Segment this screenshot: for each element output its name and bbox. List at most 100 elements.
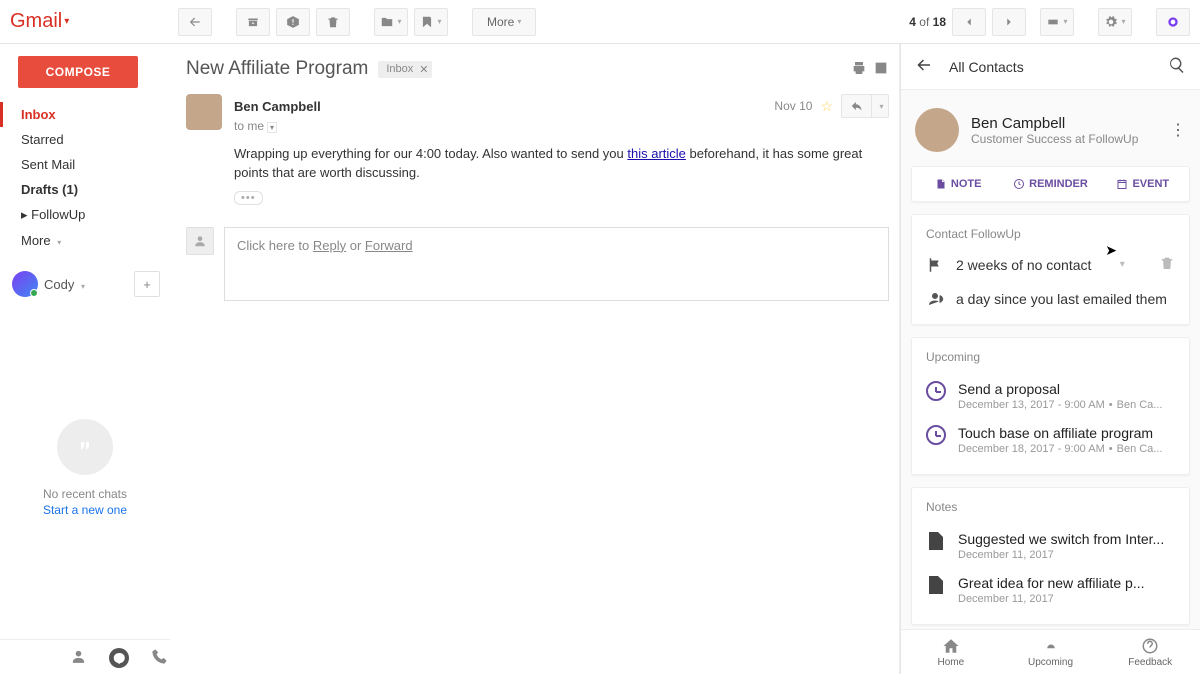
upcoming-item-title: Send a proposal xyxy=(958,381,1175,397)
upcoming-item[interactable]: Send a proposal December 13, 2017 - 9:00… xyxy=(926,374,1175,418)
footer-home[interactable]: Home xyxy=(901,630,1001,674)
note-item-sub: December 11, 2017 xyxy=(958,593,1175,605)
add-contact-button[interactable]: + xyxy=(134,271,160,297)
followup-card-title: Contact FollowUp xyxy=(926,227,1175,241)
upcoming-item-title: Touch base on affiliate program xyxy=(958,425,1175,441)
hangouts-start-link[interactable]: Start a new one xyxy=(43,503,127,517)
nav-sent[interactable]: Sent Mail xyxy=(0,152,170,177)
labels-button[interactable]: ▾ xyxy=(414,8,448,36)
logo[interactable]: Gmail ▾ xyxy=(10,10,178,33)
chevron-down-icon: ▾ xyxy=(1120,259,1125,270)
back-button[interactable] xyxy=(178,8,212,36)
gmail-logo-text: Gmail xyxy=(10,10,62,33)
sender-name[interactable]: Ben Campbell xyxy=(234,99,321,114)
followup-status-text: a day since you last emailed them xyxy=(956,291,1167,307)
trimmed-content-toggle[interactable]: ••• xyxy=(234,191,263,205)
settings-button[interactable]: ▾ xyxy=(1098,8,1132,36)
more-button[interactable]: More▾ xyxy=(472,8,536,36)
broadcast-icon xyxy=(926,290,944,308)
note-item-title: Great idea for new affiliate p... xyxy=(958,575,1175,591)
upcoming-title: Upcoming xyxy=(926,350,1175,364)
hangouts-icon xyxy=(57,419,113,475)
input-mode-button[interactable]: ▾ xyxy=(1040,8,1074,36)
event-tab[interactable]: EVENT xyxy=(1097,167,1189,201)
contact-name: Ben Campbell xyxy=(971,115,1158,132)
reply-more-button[interactable]: ▾ xyxy=(871,94,889,118)
home-icon xyxy=(942,637,960,655)
chat-user-row: Cody ▾ + xyxy=(12,271,160,297)
flag-icon xyxy=(926,256,944,274)
pager-of: of xyxy=(919,15,929,29)
note-item[interactable]: Great idea for new affiliate p... Decemb… xyxy=(926,568,1175,612)
note-tab[interactable]: NOTE xyxy=(912,167,1004,201)
clock-icon xyxy=(926,425,946,445)
nav-more[interactable]: More ▾ xyxy=(0,228,170,253)
followup-rule-text: 2 weeks of no contact xyxy=(956,257,1091,273)
followup-panel: All Contacts Ben Campbell Customer Succe… xyxy=(900,44,1200,674)
contacts-tab-icon[interactable] xyxy=(70,648,87,668)
spam-button[interactable] xyxy=(276,8,310,36)
forward-link[interactable]: Forward xyxy=(365,238,413,253)
reply-button[interactable] xyxy=(841,94,871,118)
note-item[interactable]: Suggested we switch from Inter... Decemb… xyxy=(926,524,1175,568)
new-window-icon[interactable] xyxy=(873,60,889,79)
compose-button[interactable]: COMPOSE xyxy=(18,56,138,88)
reminder-tab[interactable]: REMINDER xyxy=(1004,167,1096,201)
panel-title: All Contacts xyxy=(949,59,1168,75)
note-icon xyxy=(926,531,946,551)
panel-back-button[interactable] xyxy=(915,56,933,77)
footer-upcoming[interactable]: Upcoming xyxy=(1001,630,1101,674)
followup-ext-button[interactable] xyxy=(1156,8,1190,36)
archive-button[interactable] xyxy=(236,8,270,36)
contact-followup-card: ➤ Contact FollowUp 2 weeks of no contact… xyxy=(911,214,1190,325)
reply-box[interactable]: Click here to Reply or Forward xyxy=(224,227,889,301)
pager-prev-button[interactable] xyxy=(952,8,986,36)
nav-drafts[interactable]: Drafts (1) xyxy=(0,177,170,202)
upcoming-item[interactable]: Touch base on affiliate program December… xyxy=(926,418,1175,462)
pager-next-button[interactable] xyxy=(992,8,1026,36)
content: New Affiliate Program Inbox✕ Ben Campbel… xyxy=(170,44,900,674)
nav-inbox[interactable]: Inbox xyxy=(0,102,170,127)
chat-avatar[interactable] xyxy=(12,271,38,297)
sunrise-icon xyxy=(1042,637,1060,655)
chat-username[interactable]: Cody ▾ xyxy=(44,277,85,292)
message-link[interactable]: this article xyxy=(627,146,686,161)
sidebar: COMPOSE Inbox Starred Sent Mail Drafts (… xyxy=(0,44,170,674)
details-toggle[interactable]: ▾ xyxy=(267,122,277,133)
reply-avatar xyxy=(186,227,214,255)
delete-button[interactable] xyxy=(316,8,350,36)
sender-avatar[interactable] xyxy=(186,94,222,130)
email-subject: New Affiliate Program xyxy=(186,58,368,80)
print-icon[interactable] xyxy=(851,60,867,79)
label-chip[interactable]: Inbox✕ xyxy=(378,61,432,78)
phone-tab-icon[interactable] xyxy=(151,648,168,668)
star-icon[interactable]: ☆ xyxy=(820,98,833,115)
note-item-title: Suggested we switch from Inter... xyxy=(958,531,1175,547)
label-remove-icon[interactable]: ✕ xyxy=(419,63,428,76)
pager-current: 4 xyxy=(909,15,916,29)
nav-followup[interactable]: ▸ FollowUp xyxy=(0,202,170,228)
followup-rule-row[interactable]: 2 weeks of no contact ▾ xyxy=(926,251,1175,278)
contact-avatar[interactable] xyxy=(915,108,959,152)
message: Ben Campbell Nov 10 ☆ ▾ to me▾ Wrapping … xyxy=(186,94,889,205)
more-label: More xyxy=(487,15,514,29)
hangouts-tab-icon[interactable] xyxy=(109,648,129,668)
contact-menu-button[interactable]: ⋮ xyxy=(1170,120,1186,140)
move-to-button[interactable]: ▾ xyxy=(374,8,408,36)
sidebar-bottom-tabs xyxy=(0,639,170,674)
footer-feedback[interactable]: Feedback xyxy=(1100,630,1200,674)
hangouts-empty-text: No recent chats xyxy=(43,487,127,501)
message-date: Nov 10 xyxy=(774,99,812,113)
pager-total: 18 xyxy=(933,15,946,29)
followup-status-row: a day since you last emailed them xyxy=(926,286,1175,312)
notes-card: Notes Suggested we switch from Inter... … xyxy=(911,487,1190,625)
action-tabs: NOTE REMINDER EVENT xyxy=(911,166,1190,202)
pager: 4 of 18 xyxy=(909,8,1026,36)
reply-link[interactable]: Reply xyxy=(313,238,346,253)
delete-rule-button[interactable] xyxy=(1159,255,1175,274)
panel-search-button[interactable] xyxy=(1168,56,1186,77)
recipient: to me▾ xyxy=(234,119,889,133)
help-icon xyxy=(1141,637,1159,655)
nav-starred[interactable]: Starred xyxy=(0,127,170,152)
notes-title: Notes xyxy=(926,500,1175,514)
